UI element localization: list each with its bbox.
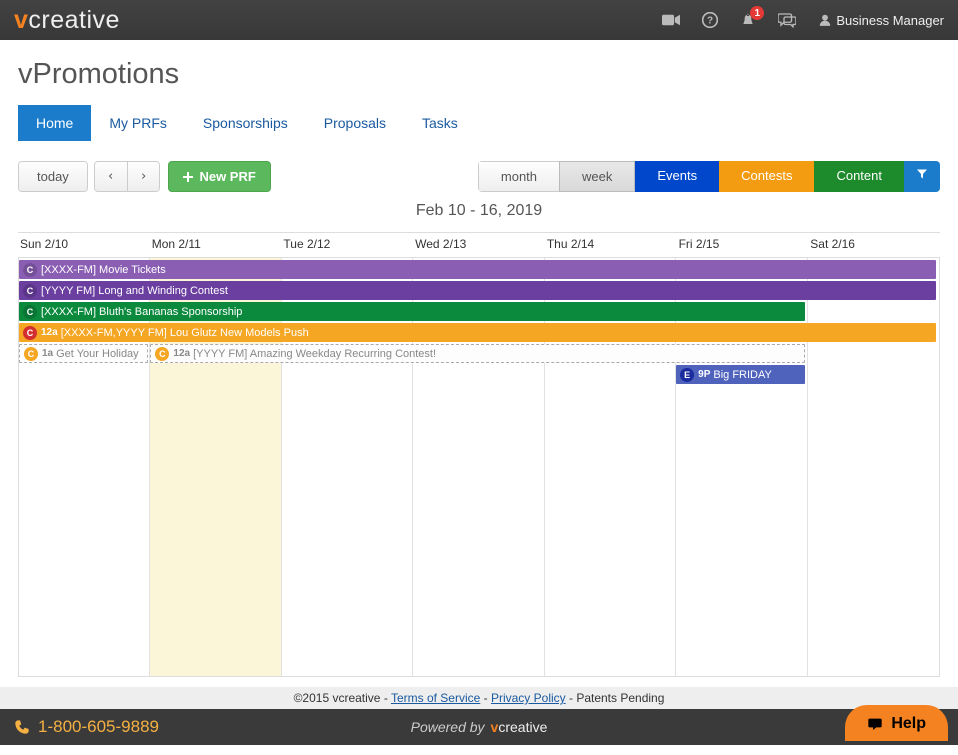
tab-proposals[interactable]: Proposals xyxy=(306,105,404,141)
event-type-badge: C xyxy=(23,326,37,340)
calendar-event[interactable]: C[YYYY FM] Long and Winding Contest xyxy=(19,281,936,300)
day-header: Sat 2/16 xyxy=(808,233,940,257)
next-button[interactable]: › xyxy=(128,162,160,191)
notification-badge: 1 xyxy=(750,6,764,20)
event-type-badge: E xyxy=(680,368,694,382)
page-title: vPromotions xyxy=(18,58,940,91)
day-header: Fri 2/15 xyxy=(677,233,809,257)
tos-link[interactable]: Terms of Service xyxy=(391,691,480,705)
tab-tasks[interactable]: Tasks xyxy=(404,105,476,141)
calendar-event[interactable]: C[XXXX-FM] Movie Tickets xyxy=(19,260,936,279)
svg-text:?: ? xyxy=(707,15,713,26)
filter-events[interactable]: Events xyxy=(635,161,719,192)
calendar-event[interactable]: C12a[YYYY FM] Amazing Weekday Recurring … xyxy=(150,344,804,363)
calendar-event[interactable]: E9PBig FRIDAY xyxy=(676,365,805,384)
day-header: Mon 2/11 xyxy=(150,233,282,257)
tab-home[interactable]: Home xyxy=(18,105,91,141)
filter-icon[interactable] xyxy=(904,161,940,192)
calendar-event[interactable]: C1aGet Your Holiday xyxy=(19,344,148,363)
today-button[interactable]: today xyxy=(19,162,87,191)
view-month[interactable]: month xyxy=(478,161,559,192)
event-type-badge: C xyxy=(155,347,169,361)
filter-content[interactable]: Content xyxy=(814,161,904,192)
date-range-label: Feb 10 - 16, 2019 xyxy=(18,202,940,220)
event-type-badge: C xyxy=(24,347,38,361)
support-phone[interactable]: 1-800-605-9889 xyxy=(14,717,159,737)
powered-by: Powered by vcreative xyxy=(411,719,548,735)
day-header: Sun 2/10 xyxy=(18,233,150,257)
filter-contests[interactable]: Contests xyxy=(719,161,814,192)
notifications-icon[interactable]: 1 xyxy=(740,12,756,28)
tab-my-prfs[interactable]: My PRFs xyxy=(91,105,185,141)
calendar-event[interactable]: C12a[XXXX-FM,YYYY FM] Lou Glutz New Mode… xyxy=(19,323,936,342)
day-header: Wed 2/13 xyxy=(413,233,545,257)
messages-icon[interactable] xyxy=(778,12,796,28)
tab-sponsorships[interactable]: Sponsorships xyxy=(185,105,306,141)
new-prf-button[interactable]: New PRF xyxy=(168,161,270,192)
footer-legal: ©2015 vcreative - Terms of Service - Pri… xyxy=(0,687,958,709)
footer: ©2015 vcreative - Terms of Service - Pri… xyxy=(0,687,958,745)
day-header: Thu 2/14 xyxy=(545,233,677,257)
event-type-badge: C xyxy=(23,284,37,298)
privacy-link[interactable]: Privacy Policy xyxy=(491,691,566,705)
help-button[interactable]: Help xyxy=(845,705,948,741)
day-header: Tue 2/12 xyxy=(281,233,413,257)
calendar: Sun 2/10Mon 2/11Tue 2/12Wed 2/13Thu 2/14… xyxy=(18,232,940,677)
event-type-badge: C xyxy=(23,263,37,277)
logo[interactable]: vcreative xyxy=(14,6,120,35)
nav-tabs: HomeMy PRFsSponsorshipsProposalsTasks xyxy=(18,105,940,141)
top-bar: vcreative ? 1 Business Manager xyxy=(0,0,958,40)
calendar-event[interactable]: C[XXXX-FM] Bluth's Bananas Sponsorship xyxy=(19,302,805,321)
user-menu[interactable]: Business Manager xyxy=(818,13,944,28)
video-icon[interactable] xyxy=(662,13,680,27)
prev-button[interactable]: ‹ xyxy=(95,162,128,191)
help-icon[interactable]: ? xyxy=(702,12,718,28)
event-type-badge: C xyxy=(23,305,37,319)
calendar-toolbar: today ‹ › New PRF month week Events Cont… xyxy=(18,161,940,192)
view-week[interactable]: week xyxy=(559,161,635,192)
